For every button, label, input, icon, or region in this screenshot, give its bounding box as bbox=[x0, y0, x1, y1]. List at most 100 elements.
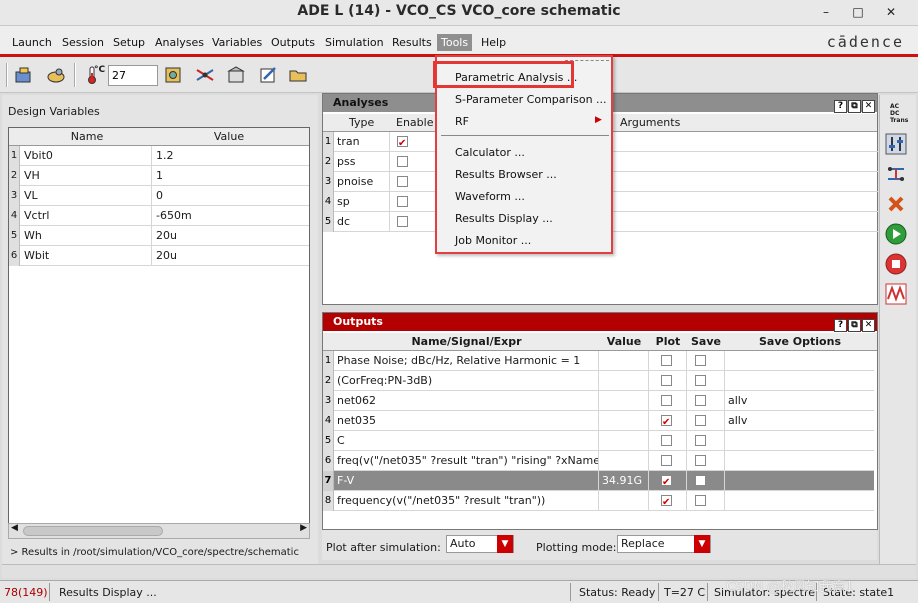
chevron-down-icon[interactable]: ▼ bbox=[694, 535, 710, 553]
save-options[interactable] bbox=[725, 491, 874, 511]
netlist-icon[interactable] bbox=[195, 65, 215, 85]
output-name[interactable]: frequency(v("/net035" ?result "tran")) bbox=[334, 491, 599, 511]
table-row[interactable]: 5 Wh 20u bbox=[9, 226, 309, 246]
save-checkbox[interactable] bbox=[695, 495, 706, 506]
menu-analyses[interactable]: Analyses bbox=[155, 36, 204, 49]
output-name[interactable]: net035 bbox=[334, 411, 599, 431]
analysis-type[interactable]: tran bbox=[334, 132, 390, 152]
menu-item-calculator[interactable]: Calculator ... bbox=[455, 146, 525, 159]
table-row[interactable]: 1 Phase Noise; dBc/Hz, Relative Harmonic … bbox=[323, 351, 874, 371]
table-row[interactable]: 6 Wbit 20u bbox=[9, 246, 309, 266]
enable-checkbox[interactable] bbox=[397, 196, 408, 207]
plot-checkbox[interactable] bbox=[661, 435, 672, 446]
menu-results[interactable]: Results bbox=[392, 36, 432, 49]
close-icon[interactable]: ✕ bbox=[862, 100, 875, 113]
table-row[interactable]: 8 frequency(v("/net035" ?result "tran")) bbox=[323, 491, 874, 511]
table-row[interactable]: 1 Vbit0 1.2 bbox=[9, 146, 309, 166]
output-name[interactable]: freq(v("/net035" ?result "tran") "rising… bbox=[334, 451, 599, 471]
column-header-type[interactable]: Type bbox=[349, 116, 374, 129]
output-name[interactable]: C bbox=[334, 431, 599, 451]
scroll-left-icon[interactable]: ◀ bbox=[11, 523, 18, 533]
save-options[interactable] bbox=[725, 471, 874, 491]
table-row[interactable]: 7 F-V 34.91G bbox=[323, 471, 874, 491]
horizontal-scrollbar[interactable]: ◀ ▶ bbox=[8, 523, 310, 539]
variable-value[interactable]: 1 bbox=[154, 166, 304, 186]
plot-outputs-icon[interactable] bbox=[885, 283, 907, 305]
variable-value[interactable]: -650m bbox=[154, 206, 304, 226]
temperature-input[interactable] bbox=[108, 65, 158, 86]
netlist-and-run-icon[interactable] bbox=[885, 163, 907, 185]
column-header-value[interactable]: Value bbox=[154, 130, 304, 143]
enable-checkbox[interactable] bbox=[397, 156, 408, 167]
menu-tools[interactable]: Tools bbox=[437, 34, 473, 51]
minimize-button[interactable]: – bbox=[817, 4, 835, 20]
scrollbar-thumb[interactable] bbox=[23, 526, 163, 536]
chevron-down-icon[interactable]: ▼ bbox=[497, 535, 513, 553]
variable-name[interactable]: Wh bbox=[22, 226, 152, 246]
column-header-save-options[interactable]: Save Options bbox=[725, 335, 875, 348]
save-checkbox[interactable] bbox=[695, 395, 706, 406]
table-row[interactable]: 4 Vctrl -650m bbox=[9, 206, 309, 226]
column-header-arguments[interactable]: Arguments bbox=[620, 116, 680, 129]
table-row[interactable]: 4net035 allv bbox=[323, 411, 874, 431]
output-name[interactable]: Phase Noise; dBc/Hz, Relative Harmonic =… bbox=[334, 351, 599, 371]
variable-name[interactable]: Vctrl bbox=[22, 206, 152, 226]
analysis-modes-icon[interactable]: AC DC Trans bbox=[890, 103, 908, 124]
variable-name[interactable]: Vbit0 bbox=[22, 146, 152, 166]
save-checkbox[interactable] bbox=[695, 455, 706, 466]
menu-launch[interactable]: Launch bbox=[12, 36, 52, 49]
plotting-mode-select[interactable]: Replace ▼ bbox=[617, 535, 711, 553]
table-row[interactable]: 2 (CorFreq:PN-3dB) bbox=[323, 371, 874, 391]
analysis-type[interactable]: pss bbox=[334, 152, 390, 172]
save-checkbox[interactable] bbox=[695, 415, 706, 426]
table-row[interactable]: 3 net062 allv bbox=[323, 391, 874, 411]
plot-checkbox[interactable] bbox=[661, 493, 672, 511]
plot-checkbox[interactable] bbox=[661, 375, 672, 386]
menu-simulation[interactable]: Simulation bbox=[325, 36, 384, 49]
save-checkbox[interactable] bbox=[695, 355, 706, 366]
output-name[interactable]: net062 bbox=[334, 391, 599, 411]
variable-value[interactable]: 0 bbox=[154, 186, 304, 206]
open-folder-icon[interactable] bbox=[288, 65, 308, 85]
menu-variables[interactable]: Variables bbox=[212, 36, 262, 49]
menu-item-job-monitor[interactable]: Job Monitor ... bbox=[455, 234, 531, 247]
run-icon[interactable] bbox=[885, 223, 907, 245]
plot-checkbox[interactable] bbox=[661, 355, 672, 366]
close-button[interactable]: ✕ bbox=[882, 4, 900, 20]
column-header-enable[interactable]: Enable bbox=[396, 116, 433, 129]
variable-name[interactable]: VL bbox=[22, 186, 152, 206]
output-name[interactable]: F-V bbox=[334, 471, 599, 491]
table-row[interactable]: 5C bbox=[323, 431, 874, 451]
save-options[interactable] bbox=[725, 351, 874, 371]
column-header-save[interactable]: Save bbox=[687, 335, 725, 348]
enable-checkbox[interactable] bbox=[397, 176, 408, 187]
menu-item-waveform[interactable]: Waveform ... bbox=[455, 190, 525, 203]
column-header-value[interactable]: Value bbox=[599, 335, 649, 348]
save-checkbox[interactable] bbox=[695, 435, 706, 446]
maximize-button[interactable]: □ bbox=[849, 4, 867, 20]
column-header-name[interactable]: Name/Signal/Expr bbox=[334, 335, 599, 348]
tune-icon[interactable] bbox=[885, 133, 907, 155]
save-options[interactable] bbox=[725, 431, 874, 451]
float-icon[interactable]: ⧉ bbox=[848, 100, 861, 113]
save-options[interactable] bbox=[725, 451, 874, 471]
enable-checkbox[interactable] bbox=[397, 216, 408, 227]
menu-setup[interactable]: Setup bbox=[113, 36, 145, 49]
variable-name[interactable]: VH bbox=[22, 166, 152, 186]
menu-item-sparameter-comparison[interactable]: S-Parameter Comparison ... bbox=[455, 93, 607, 106]
plot-checkbox[interactable] bbox=[661, 455, 672, 466]
stop-icon[interactable] bbox=[885, 253, 907, 275]
plot-checkbox[interactable] bbox=[661, 413, 672, 431]
save-checkbox[interactable] bbox=[695, 375, 706, 386]
variable-value[interactable]: 20u bbox=[154, 246, 304, 266]
simulator-icon[interactable] bbox=[14, 65, 34, 85]
column-header-plot[interactable]: Plot bbox=[649, 335, 687, 348]
table-row[interactable]: 3 VL 0 bbox=[9, 186, 309, 206]
edit-icon[interactable] bbox=[258, 65, 278, 85]
save-options[interactable]: allv bbox=[725, 391, 874, 411]
enable-checkbox[interactable] bbox=[397, 134, 408, 152]
scroll-right-icon[interactable]: ▶ bbox=[300, 523, 307, 533]
plot-checkbox[interactable] bbox=[661, 395, 672, 406]
table-row[interactable]: 2 VH 1 bbox=[9, 166, 309, 186]
column-header-name[interactable]: Name bbox=[22, 130, 152, 143]
